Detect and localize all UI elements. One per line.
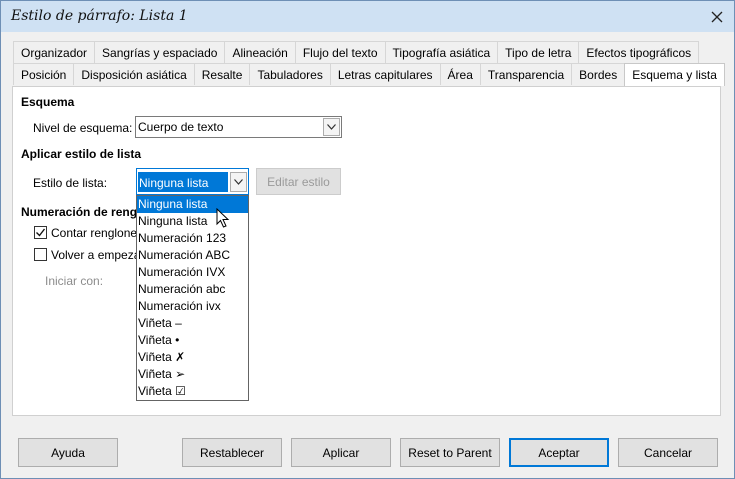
help-button[interactable]: Ayuda xyxy=(18,438,118,467)
count-lines-checkbox[interactable] xyxy=(34,226,47,239)
tab-disposicion-asiatica[interactable]: Disposición asiática xyxy=(73,63,195,85)
list-style-value: Ninguna lista xyxy=(138,172,228,192)
dropdown-option[interactable]: Numeración ivx xyxy=(137,298,248,315)
tab-resalte[interactable]: Resalte xyxy=(193,63,251,85)
dropdown-option[interactable]: Numeración 123 xyxy=(137,230,248,247)
tab-panel-outline-list: Esquema Nivel de esquema: Cuerpo de text… xyxy=(12,86,721,416)
paragraph-style-dialog: Estilo de párrafo: Lista 1 Organizador Sa… xyxy=(0,0,735,479)
apply-button[interactable]: Aplicar xyxy=(291,438,391,467)
outline-level-select[interactable]: Cuerpo de texto xyxy=(135,116,342,138)
cancel-button[interactable]: Cancelar xyxy=(618,438,718,467)
reset-button[interactable]: Restablecer xyxy=(182,438,282,467)
count-lines-label: Contar renglones xyxy=(51,226,144,240)
tab-organizador[interactable]: Organizador xyxy=(13,41,96,63)
tab-tipo-de-letra[interactable]: Tipo de letra xyxy=(497,41,580,63)
dropdown-option[interactable]: Numeración IVX xyxy=(137,264,248,281)
tab-alineacion[interactable]: Alineación xyxy=(224,41,296,63)
outline-level-value: Cuerpo de texto xyxy=(138,120,224,134)
edit-style-button[interactable]: Editar estilo xyxy=(256,168,341,195)
tab-flujo-del-texto[interactable]: Flujo del texto xyxy=(294,41,386,63)
dropdown-option[interactable]: Ninguna lista xyxy=(137,196,248,213)
outline-level-label: Nivel de esquema: xyxy=(33,121,133,135)
ok-button[interactable]: Aceptar xyxy=(509,438,609,467)
checkmark-icon xyxy=(36,228,46,237)
close-icon xyxy=(711,11,723,22)
dropdown-option[interactable]: Viñeta ✗ xyxy=(137,349,248,366)
mouse-cursor-icon xyxy=(216,208,230,228)
dialog-title: Estilo de párrafo: Lista 1 xyxy=(11,8,188,24)
dropdown-option[interactable]: Viñeta – xyxy=(137,315,248,332)
list-style-dropdown: Ninguna lista Ninguna lista Numeración 123… xyxy=(136,195,249,401)
tab-area[interactable]: Área xyxy=(439,63,481,85)
restart-checkbox[interactable] xyxy=(34,248,47,261)
tab-transparencia[interactable]: Transparencia xyxy=(479,63,573,85)
list-style-label: Estilo de lista: xyxy=(33,176,108,190)
dropdown-option[interactable]: Viñeta ☑ xyxy=(137,383,248,400)
tab-sangrias-y-espaciado[interactable]: Sangrías y espaciado xyxy=(94,41,226,63)
tabs-row-2: Posición Disposición asiática Resalte Tabul… xyxy=(13,63,725,86)
tab-esquema-y-lista[interactable]: Esquema y lista xyxy=(624,63,725,86)
restart-label: Volver a empezar xyxy=(51,248,145,262)
tabs-row-1: Organizador Sangrías y espaciado Alineació… xyxy=(13,41,700,63)
tab-bordes[interactable]: Bordes xyxy=(571,63,626,85)
tab-tipografia-asiatica[interactable]: Tipografía asiática xyxy=(384,41,499,63)
dropdown-option[interactable]: Numeración ABC xyxy=(137,247,248,264)
chevron-down-icon[interactable] xyxy=(230,172,247,192)
close-button[interactable] xyxy=(700,1,734,32)
dropdown-option[interactable]: Viñeta ➢ xyxy=(137,366,248,383)
list-style-heading: Aplicar estilo de lista xyxy=(21,147,142,161)
dropdown-option[interactable]: Numeración abc xyxy=(137,281,248,298)
chevron-down-icon[interactable] xyxy=(323,118,340,136)
tab-efectos-tipograficos[interactable]: Efectos tipográficos xyxy=(578,41,700,63)
tab-letras-capitulares[interactable]: Letras capitulares xyxy=(329,63,441,85)
outline-heading: Esquema xyxy=(21,95,75,109)
reset-to-parent-button[interactable]: Reset to Parent xyxy=(400,438,500,467)
title-bar: Estilo de párrafo: Lista 1 xyxy=(1,1,734,32)
dropdown-option[interactable]: Ninguna lista xyxy=(137,213,248,230)
tab-posicion[interactable]: Posición xyxy=(13,63,75,85)
dropdown-option[interactable]: Viñeta • xyxy=(137,332,248,349)
tab-tabuladores[interactable]: Tabuladores xyxy=(249,63,331,85)
list-style-select[interactable]: Ninguna lista xyxy=(136,168,249,195)
start-with-label: Iniciar con: xyxy=(45,274,104,288)
